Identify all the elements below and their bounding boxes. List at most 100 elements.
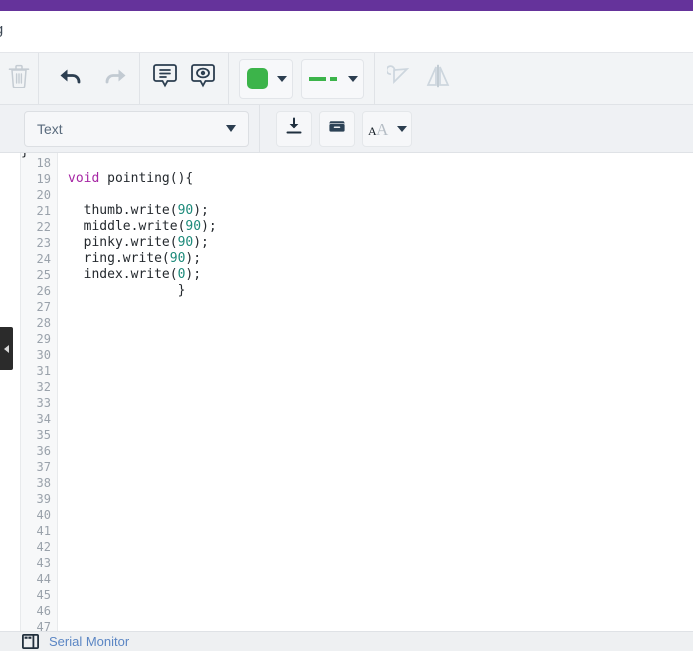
flip-button[interactable]: [419, 60, 457, 98]
fill-color-picker[interactable]: [239, 58, 293, 99]
code-line[interactable]: [68, 571, 693, 587]
code-line[interactable]: [68, 427, 693, 443]
code-token: );: [201, 219, 217, 234]
line-number: 36: [36, 444, 51, 458]
redo-button[interactable]: [96, 60, 134, 98]
code-line[interactable]: [68, 443, 693, 459]
code-line[interactable]: [68, 155, 693, 171]
code-token: index.write(: [68, 267, 178, 282]
code-line[interactable]: ring.write(90);: [68, 251, 693, 267]
line-number: 39: [36, 492, 51, 506]
line-number: 23: [36, 236, 51, 250]
code-line[interactable]: [68, 395, 693, 411]
toolbar-group-history: [39, 52, 140, 105]
line-number: 32: [36, 380, 51, 394]
code-token: }: [68, 283, 186, 298]
code-line[interactable]: thumb.write(90);: [68, 203, 693, 219]
chevron-down-icon: [277, 75, 287, 82]
code-line[interactable]: [68, 379, 693, 395]
code-line[interactable]: void pointing(){: [68, 171, 693, 187]
line-style-picker[interactable]: [301, 58, 364, 99]
editor-inner: 18 19 20 21 22 23 24 25 26 27 28 29 30 31 32 33 34 35 36 37…: [20, 153, 693, 631]
eye-bubble-icon: [190, 62, 216, 95]
line-number: 22: [36, 220, 51, 234]
delete-button[interactable]: [0, 60, 38, 98]
line-number: 40: [36, 508, 51, 522]
line-number: 43: [36, 556, 51, 570]
code-line[interactable]: [68, 539, 693, 555]
font-size-button[interactable]: A A: [362, 110, 412, 147]
line-number: 44: [36, 572, 51, 586]
rotate-button[interactable]: [381, 60, 419, 98]
code-token: void: [68, 171, 100, 186]
toolbar-group-transform: [375, 53, 463, 105]
line-number: 20: [36, 188, 51, 202]
line-number-gutter: 18 19 20 21 22 23 24 25 26 27 28 29 30 31 32 33 34 35 36 37…: [21, 153, 58, 631]
svg-text:A: A: [376, 120, 389, 138]
line-number: 42: [36, 540, 51, 554]
code-line[interactable]: [68, 603, 693, 619]
serial-monitor-icon: [22, 634, 39, 649]
code-line[interactable]: [68, 619, 693, 631]
toolbar-group-actions: A A: [260, 105, 422, 153]
code-line[interactable]: [68, 299, 693, 315]
code-token: );: [185, 251, 202, 266]
code-line[interactable]: [68, 555, 693, 571]
toolbar-group-style: [229, 52, 375, 105]
code-line[interactable]: pinky.write(90);: [68, 235, 693, 251]
code-line[interactable]: index.write(0);: [68, 267, 693, 283]
collapse-panel-handle[interactable]: [0, 327, 13, 370]
code-line[interactable]: [68, 363, 693, 379]
flip-mirror-icon: [424, 63, 452, 94]
mode-select[interactable]: Text: [24, 110, 249, 147]
line-number: 30: [36, 348, 51, 362]
code-line[interactable]: [68, 507, 693, 523]
line-number: 25: [36, 268, 51, 282]
comment-lines-icon: [152, 62, 178, 95]
code-content[interactable]: } void pointing(){ thumb.write(90); midd…: [21, 153, 693, 631]
line-number: 37: [36, 460, 51, 474]
trash-icon: [8, 64, 30, 93]
code-line[interactable]: [68, 315, 693, 331]
line-number: 47: [36, 620, 51, 631]
code-token: 90: [169, 251, 186, 266]
code-token: 90: [185, 219, 202, 234]
code-line[interactable]: [68, 459, 693, 475]
import-button[interactable]: [276, 110, 312, 147]
window-accent-bar: [0, 0, 693, 11]
line-number: 45: [36, 588, 51, 602]
code-token: ring.write(: [68, 251, 170, 266]
page-title: lzing: [0, 21, 3, 38]
code-line[interactable]: }: [68, 283, 693, 299]
status-bar: Serial Monitor: [0, 631, 693, 651]
mode-select-label: Text: [37, 120, 63, 137]
line-number: 46: [36, 604, 51, 618]
font-size-icon: A A: [368, 120, 407, 138]
download-icon: [285, 117, 303, 140]
code-token: pinky.write(: [68, 235, 178, 250]
line-number: 27: [36, 300, 51, 314]
toolbar-group-delete: [0, 52, 39, 105]
code-line[interactable]: [68, 331, 693, 347]
code-line[interactable]: [68, 491, 693, 507]
watch-button[interactable]: [184, 60, 222, 98]
comment-button[interactable]: [146, 60, 184, 98]
serial-monitor-button[interactable]: Serial Monitor: [49, 634, 129, 649]
archive-button[interactable]: [319, 110, 355, 147]
code-line[interactable]: middle.write(90);: [68, 219, 693, 235]
code-line[interactable]: [68, 475, 693, 491]
code-line[interactable]: [68, 587, 693, 603]
code-token: );: [185, 267, 202, 282]
line-number: 38: [36, 476, 51, 490]
code-editor[interactable]: 18 19 20 21 22 23 24 25 26 27 28 29 30 31 32 33 34 35 36 37…: [0, 153, 693, 631]
code-token: 90: [177, 235, 194, 250]
code-line[interactable]: [68, 523, 693, 539]
code-line[interactable]: [68, 411, 693, 427]
chevron-down-icon: [348, 75, 358, 82]
code-line[interactable]: [68, 187, 693, 203]
fill-color-swatch: [247, 68, 268, 89]
code-token: pointing(){: [99, 171, 194, 186]
code-line[interactable]: [68, 347, 693, 363]
undo-button[interactable]: [52, 60, 90, 98]
primary-toolbar: [0, 52, 693, 105]
